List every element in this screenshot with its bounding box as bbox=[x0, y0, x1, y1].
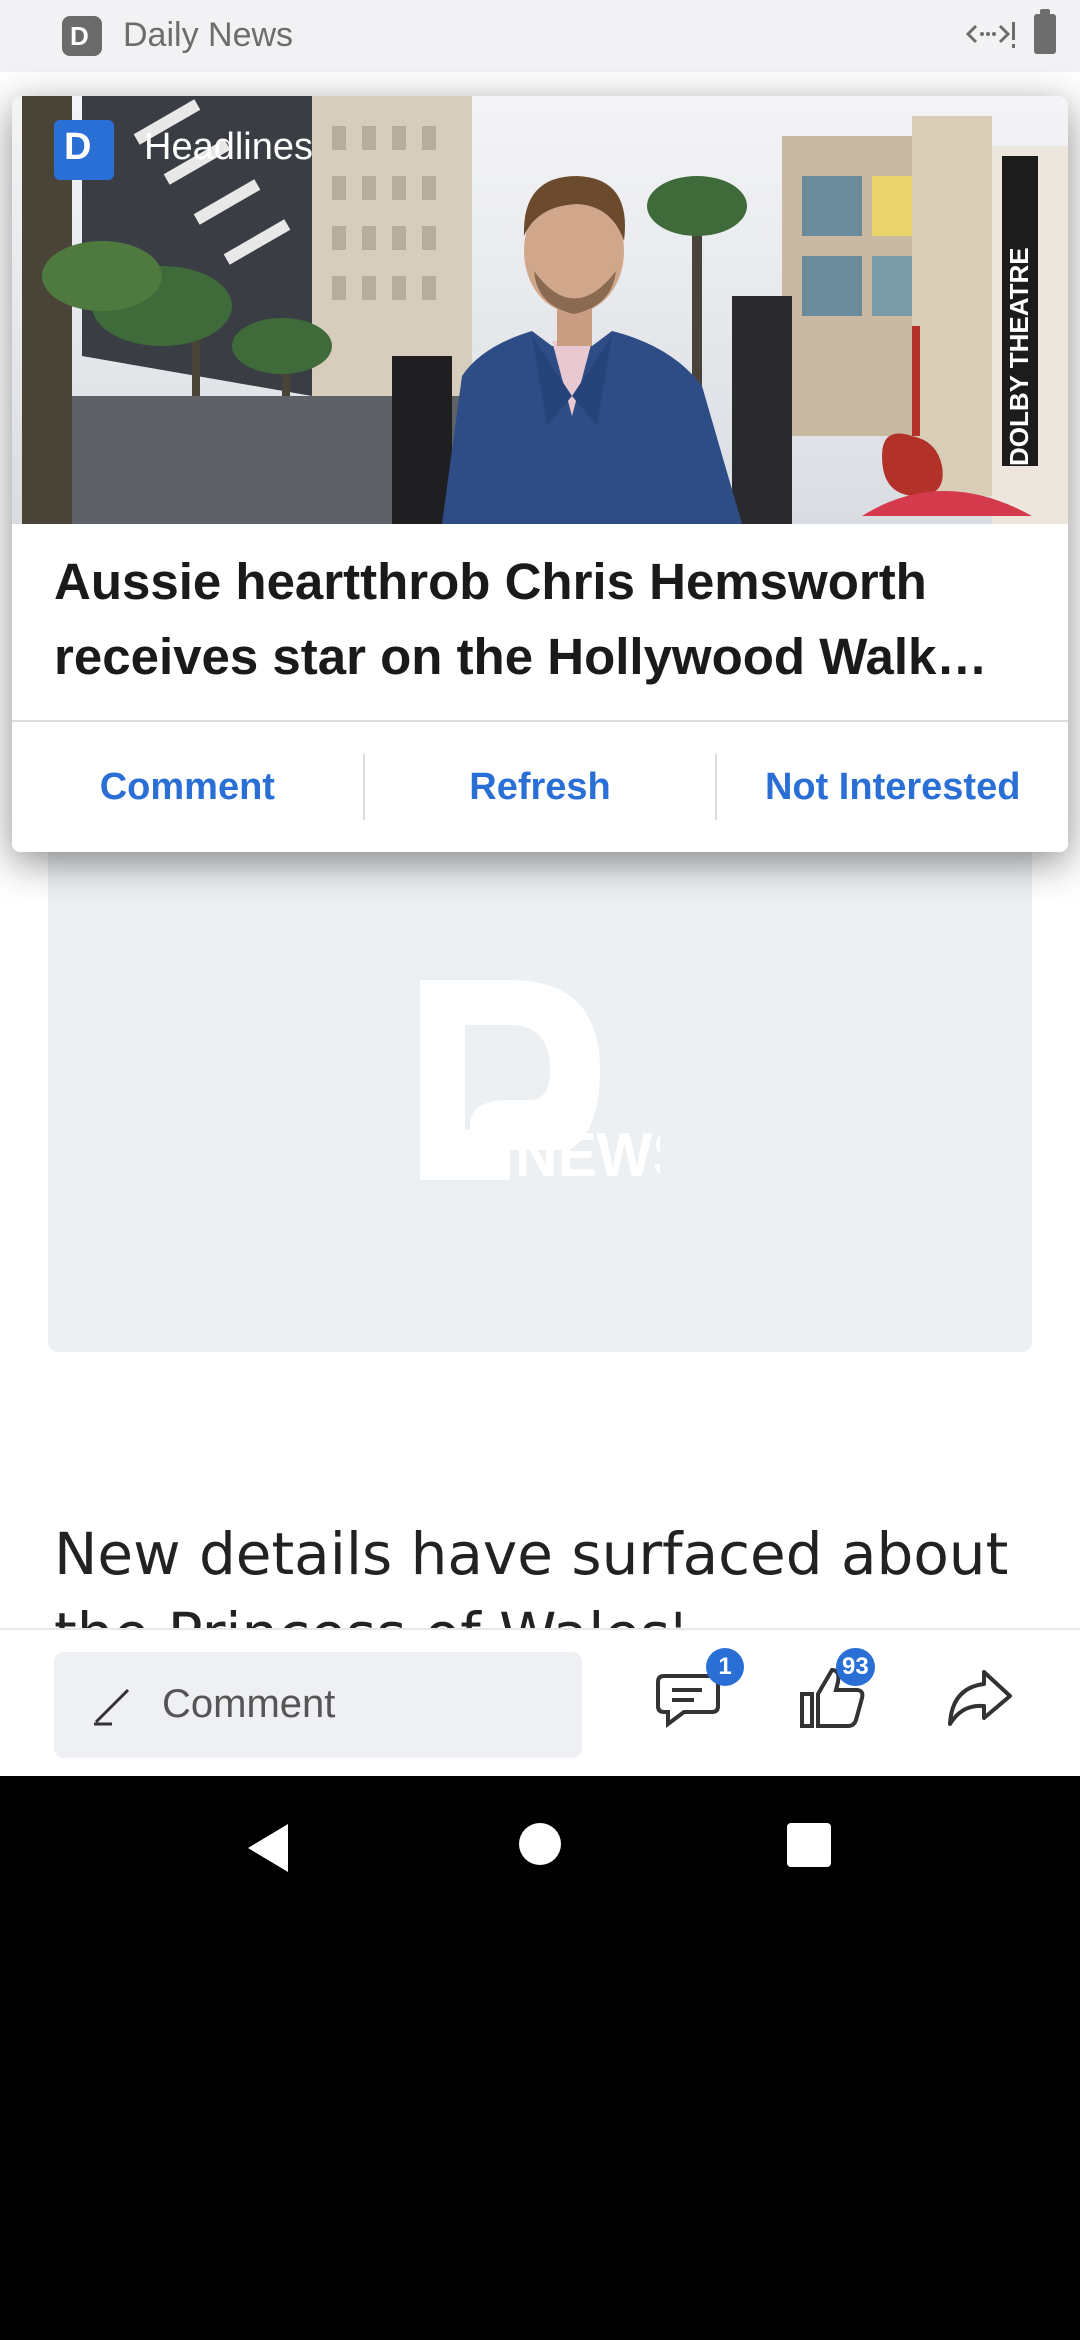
share-arrow-icon bbox=[948, 1670, 1012, 1726]
popup-section-label: Headlines bbox=[144, 126, 313, 168]
home-icon[interactable] bbox=[518, 1822, 562, 1866]
popup-headline[interactable]: Aussie heartthrob Chris Hemsworth receiv… bbox=[54, 544, 1044, 694]
photo-sign-text: DOLBY THEATRE bbox=[1004, 247, 1034, 466]
back-icon[interactable] bbox=[244, 1820, 292, 1876]
headline-popup-card[interactable]: DOLBY THEATRE D Headlines Aussie heartth… bbox=[12, 96, 1068, 852]
comment-count-badge: 1 bbox=[706, 1648, 744, 1686]
comment-input[interactable]: Comment bbox=[54, 1652, 582, 1758]
daily-news-app-icon: D bbox=[62, 16, 102, 56]
not-interested-action-button[interactable]: Not Interested bbox=[717, 722, 1068, 852]
refresh-action-button[interactable]: Refresh bbox=[365, 722, 716, 852]
status-icons bbox=[966, 9, 1056, 54]
like-count-badge: 93 bbox=[836, 1648, 875, 1686]
comment-placeholder: Comment bbox=[162, 1682, 336, 1726]
data-saver-icon bbox=[966, 22, 1015, 48]
headline-photo: DOLBY THEATRE D Headlines bbox=[12, 96, 1068, 524]
article-paragraph-line-1: New details have surfaced about bbox=[54, 1520, 1009, 1588]
daily-news-logo: NEWS bbox=[420, 980, 660, 1190]
like-button[interactable]: 93 bbox=[794, 1648, 875, 1738]
comments-button[interactable]: 1 bbox=[650, 1648, 744, 1738]
battery-icon bbox=[1034, 9, 1056, 54]
svg-text:NEWS: NEWS bbox=[515, 1120, 660, 1190]
article-toolbar: Comment 1 93 bbox=[0, 1628, 1080, 1776]
popup-actions: Comment Refresh Not Interested bbox=[12, 722, 1068, 852]
status-bar: D Daily News bbox=[0, 0, 1080, 72]
share-button[interactable] bbox=[940, 1658, 1020, 1738]
comment-action-button[interactable]: Comment bbox=[12, 722, 363, 852]
article-image-placeholder: NEWS bbox=[48, 830, 1032, 1352]
status-app-title: Daily News bbox=[123, 16, 294, 54]
daily-news-badge-icon: D bbox=[54, 120, 114, 180]
recents-icon[interactable] bbox=[786, 1822, 832, 1868]
pencil-icon bbox=[94, 1688, 130, 1726]
app-screen: D Daily News NEWS New details have surfa… bbox=[0, 0, 1080, 1776]
system-navigation-bar bbox=[0, 1776, 1080, 1920]
